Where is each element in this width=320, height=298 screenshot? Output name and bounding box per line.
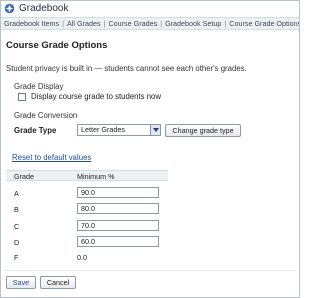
cancel-button[interactable]: Cancel (40, 276, 76, 289)
nav-course-grades[interactable]: Course Grades (105, 19, 160, 28)
nav-gradebook-items[interactable]: Gradebook Items (1, 19, 62, 28)
display-grade-checkbox[interactable] (18, 92, 26, 101)
grade-type-value: Letter Grades (81, 125, 125, 134)
grade-conversion-heading: Grade Conversion (14, 111, 78, 120)
grade-display-heading: Grade Display (14, 82, 64, 91)
save-button[interactable]: Save (6, 276, 36, 289)
grade-f-minimum: 0.0 (77, 253, 87, 262)
grade-column-header: Grade (14, 172, 34, 181)
grade-a-label: A (14, 189, 19, 198)
minimum-column-header: Minimum % (77, 172, 115, 181)
grade-d-label: D (14, 238, 20, 247)
change-grade-type-button[interactable]: Change grade type (165, 124, 241, 137)
display-grade-option[interactable]: Display course grade to students now (18, 92, 161, 101)
nav-course-grade-options[interactable]: Course Grade Options (226, 19, 299, 28)
privacy-note: Student privacy is built in — students c… (6, 64, 247, 73)
grade-table-header: Grade Minimum % (6, 170, 168, 181)
nav-gradebook-setup[interactable]: Gradebook Setup (162, 19, 224, 28)
display-grade-label: Display course grade to students now (31, 92, 162, 101)
chevron-down-icon[interactable] (150, 125, 160, 135)
grade-type-label: Grade Type (14, 126, 57, 135)
app-title: Gradebook (19, 3, 69, 14)
page-title: Course Grade Options (6, 40, 108, 51)
grade-a-minimum-input[interactable]: 90.0 (77, 187, 159, 198)
grade-b-label: B (14, 205, 19, 214)
reset-defaults-link[interactable]: Reset to default values (12, 153, 91, 162)
footer-divider (4, 270, 296, 271)
grade-b-minimum-input[interactable]: 80.0 (77, 203, 159, 214)
grade-c-minimum-input[interactable]: 70.0 (77, 220, 159, 231)
tool-nav: Gradebook Items | All Grades | Course Gr… (1, 17, 299, 30)
grade-d-minimum-input[interactable]: 60.0 (77, 236, 159, 247)
gradebook-icon (4, 3, 15, 14)
nav-all-grades[interactable]: All Grades (64, 19, 104, 28)
grade-type-select[interactable]: Letter Grades (77, 124, 161, 136)
grade-c-label: C (14, 222, 20, 231)
grade-f-label: F (14, 253, 19, 262)
title-bar: Gradebook (1, 1, 299, 16)
